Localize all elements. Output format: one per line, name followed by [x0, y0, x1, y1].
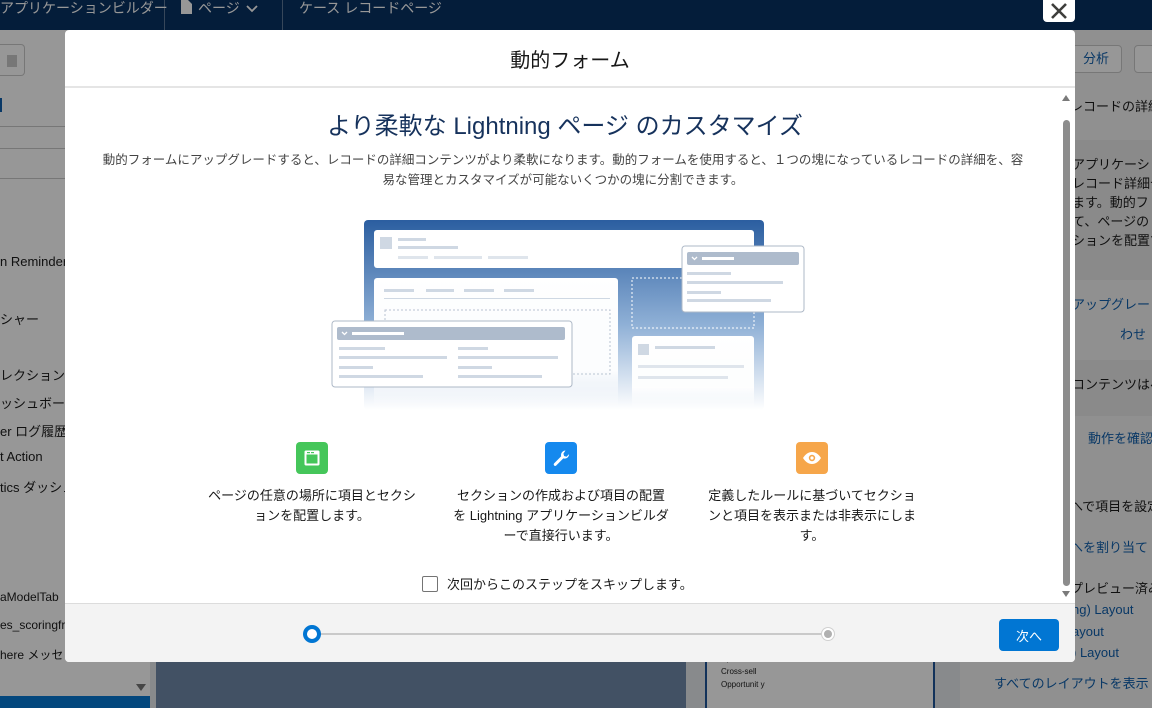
eye-icon	[796, 442, 828, 474]
feature-text: 定義したルールに基づいてセクションと項目を表示または非表示にします。	[707, 488, 916, 543]
modal-title: 動的フォーム	[510, 49, 630, 72]
dynamic-forms-illustration	[331, 220, 805, 410]
modal-footer: 次へ	[65, 603, 1075, 662]
skip-label: 次回からこのステップをスキップします。	[447, 577, 693, 592]
progress-step-1[interactable]	[303, 625, 321, 643]
feature-text: ページの任意の場所に項目とセクションを配置します。	[208, 488, 416, 523]
layout-icon	[296, 442, 328, 474]
feature-place-fields: ページの任意の場所に項目とセクションを配置します。	[202, 442, 422, 526]
wrench-icon	[545, 442, 577, 474]
progress-step-2[interactable]	[822, 628, 834, 640]
close-button[interactable]	[1043, 0, 1075, 22]
modal-header: 動的フォーム	[65, 30, 1075, 88]
feature-app-builder: セクションの作成および項目の配置を Lightning アプリケーションビルダー…	[451, 442, 671, 546]
description: 動的フォームにアップグレードすると、レコードの詳細コンテンツがより柔軟になります…	[102, 153, 1024, 187]
skip-option[interactable]: 次回からこのステップをスキップします。	[422, 574, 693, 593]
dynamic-forms-modal: 動的フォーム より柔軟な Lightning ページ のカスタマイズ 動的フォー…	[65, 30, 1075, 662]
feature-text: セクションの作成および項目の配置を Lightning アプリケーションビルダー…	[453, 488, 669, 543]
progress-track	[312, 633, 828, 635]
skip-checkbox[interactable]	[422, 575, 438, 592]
scroll-up-arrow[interactable]	[1062, 95, 1070, 101]
next-button[interactable]: 次へ	[999, 619, 1059, 651]
headline: より柔軟な Lightning ページ のカスタマイズ	[327, 113, 803, 140]
scroll-down-arrow[interactable]	[1062, 591, 1070, 597]
feature-visibility-rules: 定義したルールに基づいてセクションと項目を表示または非表示にします。	[702, 442, 922, 546]
scroll-thumb[interactable]	[1063, 120, 1070, 586]
close-icon	[1051, 3, 1067, 19]
modal-body: より柔軟な Lightning ページ のカスタマイズ 動的フォームにアップグレ…	[65, 88, 1075, 603]
modal-scrollbar[interactable]	[1061, 88, 1075, 603]
